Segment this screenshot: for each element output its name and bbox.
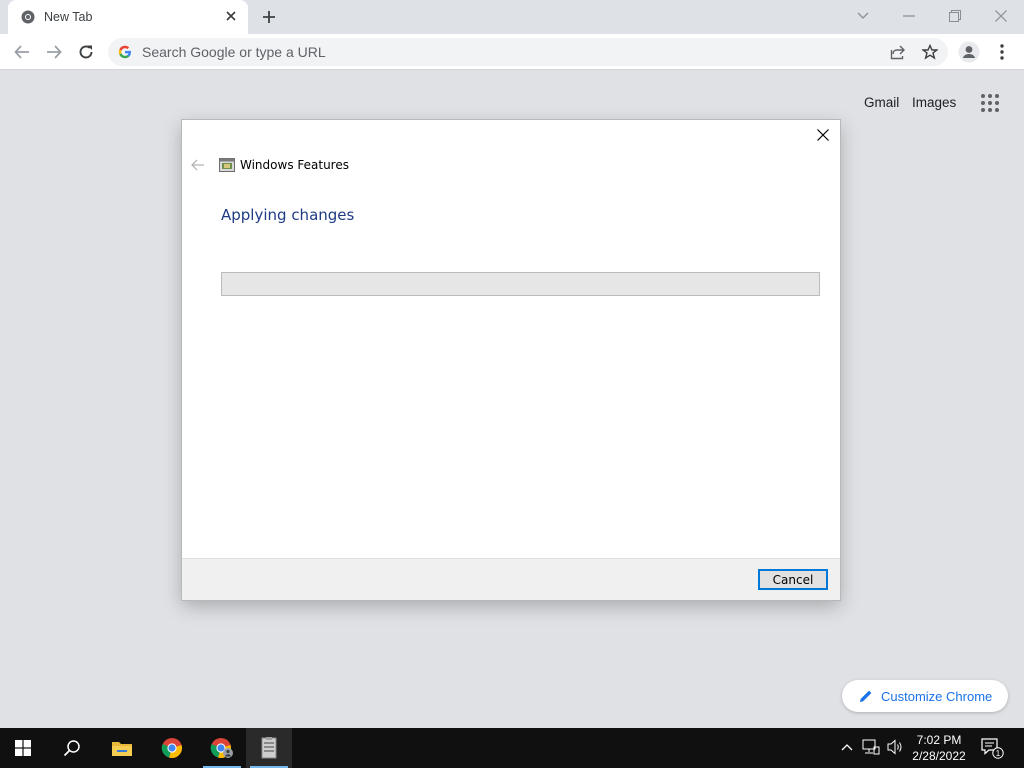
windows-features-icon: [219, 157, 235, 173]
cancel-button[interactable]: Cancel: [758, 569, 828, 590]
search-icon[interactable]: [49, 728, 95, 768]
chrome-taskbar-icon[interactable]: [149, 728, 195, 768]
windows-start-icon[interactable]: [0, 728, 46, 768]
clock-date: 2/28/2022: [912, 749, 966, 763]
close-icon[interactable]: [814, 126, 832, 144]
tab-title: New Tab: [44, 10, 93, 24]
clock-time: 7:02 PM: [916, 733, 962, 747]
back-arrow-icon[interactable]: [190, 158, 206, 172]
dialog-heading: Applying changes: [221, 206, 355, 224]
progress-bar: [221, 272, 820, 296]
file-explorer-icon[interactable]: [99, 728, 145, 768]
volume-icon[interactable]: [886, 738, 904, 756]
profile-icon[interactable]: [957, 40, 981, 64]
reload-icon[interactable]: [74, 40, 98, 64]
kebab-menu-icon[interactable]: [990, 40, 1014, 64]
share-icon[interactable]: [888, 42, 908, 62]
minimize-icon[interactable]: [891, 4, 927, 28]
images-link[interactable]: Images: [912, 95, 956, 110]
omnibox[interactable]: [108, 38, 948, 66]
chrome-icon: [21, 10, 35, 24]
pencil-icon: [859, 689, 873, 703]
windows-features-taskbar-icon[interactable]: [246, 728, 292, 768]
close-icon[interactable]: [222, 7, 240, 25]
system-clock[interactable]: 7:02 PM 2/28/2022: [906, 732, 972, 764]
chevron-up-icon[interactable]: [838, 738, 856, 756]
star-icon[interactable]: [920, 42, 940, 62]
chrome-profile-taskbar-icon[interactable]: [199, 728, 245, 768]
tab-new-tab[interactable]: New Tab: [8, 0, 248, 34]
plus-icon[interactable]: [258, 7, 280, 27]
gmail-link[interactable]: Gmail: [864, 95, 899, 110]
apps-grid-icon[interactable]: [980, 93, 1000, 113]
tab-strip: New Tab: [0, 0, 1024, 34]
customize-chrome-button[interactable]: Customize Chrome: [842, 680, 1008, 712]
back-arrow-icon[interactable]: [10, 40, 34, 64]
dialog-window-title: Windows Features: [240, 158, 349, 172]
restore-icon[interactable]: [937, 4, 973, 28]
window-close-icon[interactable]: [983, 4, 1019, 28]
omnibox-input[interactable]: [142, 42, 842, 62]
dialog-footer: Cancel: [182, 558, 840, 600]
taskbar: 7:02 PM 2/28/2022 1: [0, 728, 1024, 768]
forward-arrow-icon[interactable]: [42, 40, 66, 64]
google-g-icon: [118, 45, 132, 59]
chevron-down-icon[interactable]: [845, 4, 881, 28]
notification-count: 1: [996, 749, 1001, 758]
customize-chrome-label: Customize Chrome: [881, 688, 993, 704]
notification-icon[interactable]: 1: [980, 737, 1004, 759]
network-icon[interactable]: [862, 738, 880, 756]
browser-toolbar: [0, 34, 1024, 70]
windows-features-dialog: Windows Features Applying changes Cancel: [182, 120, 840, 600]
